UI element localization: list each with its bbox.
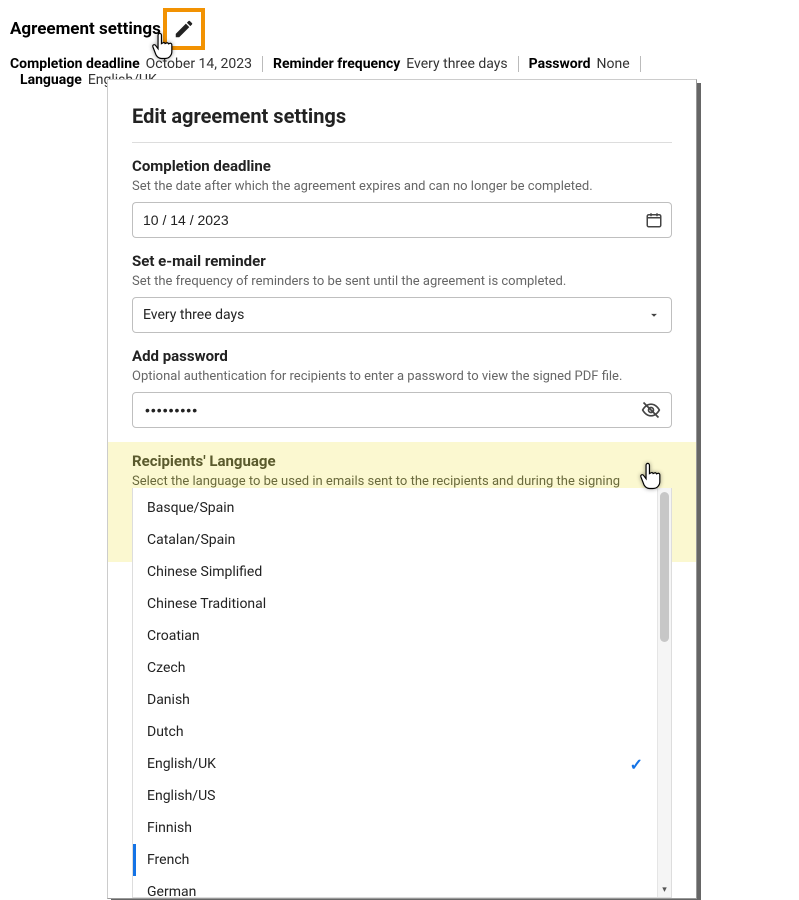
language-dropdown: Basque/Spain Catalan/Spain Chinese Simplif… (132, 488, 672, 898)
language-option-label: German (147, 884, 196, 897)
scrollbar-down-arrow[interactable]: ▾ (658, 883, 671, 897)
completion-deadline-title: Completion deadline (132, 157, 672, 175)
scrollbar-thumb[interactable] (660, 492, 669, 642)
completion-deadline-section: Completion deadline Set the date after w… (132, 157, 672, 238)
scrollbar[interactable]: ▾ (657, 488, 671, 897)
language-option[interactable]: Finnish (133, 812, 657, 844)
language-option-label: Basque/Spain (147, 500, 234, 516)
language-option-label: Czech (147, 660, 185, 676)
language-option-label: Danish (147, 692, 190, 708)
language-option-label: Finnish (147, 820, 192, 836)
summary-reminder-label: Reminder frequency (273, 56, 400, 72)
language-option-label: English/US (147, 788, 215, 804)
edit-agreement-settings-modal: Edit agreement settings Completion deadl… (107, 79, 697, 899)
language-title: Recipients' Language (132, 452, 672, 470)
page-header: Agreement settings Completion deadline O… (0, 0, 799, 88)
completion-deadline-desc: Set the date after which the agreement e… (132, 179, 672, 194)
language-dropdown-list[interactable]: Basque/Spain Catalan/Spain Chinese Simplif… (133, 488, 657, 897)
language-option[interactable]: Croatian (133, 620, 657, 652)
calendar-button[interactable] (636, 202, 672, 238)
divider (132, 142, 672, 143)
language-option-label: Catalan/Spain (147, 532, 235, 548)
password-masked-value: ••••••••• (143, 393, 198, 427)
summary-password-value: None (597, 56, 630, 72)
language-option[interactable]: French (133, 844, 657, 876)
visibility-off-icon[interactable] (641, 400, 661, 420)
reminder-frequency-select[interactable]: Every three days (132, 297, 672, 333)
language-option[interactable]: English/US (133, 780, 657, 812)
summary-deadline-value: October 14, 2023 (146, 56, 252, 72)
language-option-label: Chinese Simplified (147, 564, 262, 580)
summary-deadline-label: Completion deadline (10, 56, 140, 72)
chevron-down-icon (647, 308, 661, 322)
language-option[interactable]: Catalan/Spain (133, 524, 657, 556)
divider (640, 56, 641, 72)
password-section: Add password Optional authentication for… (132, 347, 672, 428)
language-option[interactable]: Czech (133, 652, 657, 684)
language-option[interactable]: English/UK ✓ (133, 748, 657, 780)
language-option-label: Dutch (147, 724, 184, 740)
modal-title: Edit agreement settings (132, 104, 672, 128)
calendar-icon (645, 211, 663, 229)
language-option-label: Chinese Traditional (147, 596, 266, 612)
language-option-label: Croatian (147, 628, 200, 644)
check-icon: ✓ (630, 755, 643, 774)
pencil-icon (173, 18, 195, 40)
edit-settings-button[interactable] (163, 8, 205, 50)
email-reminder-desc: Set the frequency of reminders to be sen… (132, 274, 672, 289)
page-title: Agreement settings (10, 19, 161, 39)
summary-password-label: Password (529, 56, 591, 72)
language-option-label: English/UK (147, 756, 216, 772)
language-option[interactable]: German (133, 876, 657, 897)
password-desc: Optional authentication for recipients t… (132, 369, 672, 384)
language-option[interactable]: Danish (133, 684, 657, 716)
password-input[interactable]: ••••••••• (132, 392, 672, 428)
email-reminder-section: Set e-mail reminder Set the frequency of… (132, 252, 672, 333)
summary-language-label: Language (20, 72, 82, 88)
reminder-frequency-value: Every three days (143, 307, 244, 323)
language-option[interactable]: Basque/Spain (133, 492, 657, 524)
completion-deadline-input[interactable] (132, 202, 636, 238)
language-option[interactable]: Chinese Simplified (133, 556, 657, 588)
language-option[interactable]: Chinese Traditional (133, 588, 657, 620)
language-option[interactable]: Dutch (133, 716, 657, 748)
password-title: Add password (132, 347, 672, 365)
summary-reminder-value: Every three days (406, 56, 507, 72)
email-reminder-title: Set e-mail reminder (132, 252, 672, 270)
language-option-label: French (147, 852, 189, 868)
